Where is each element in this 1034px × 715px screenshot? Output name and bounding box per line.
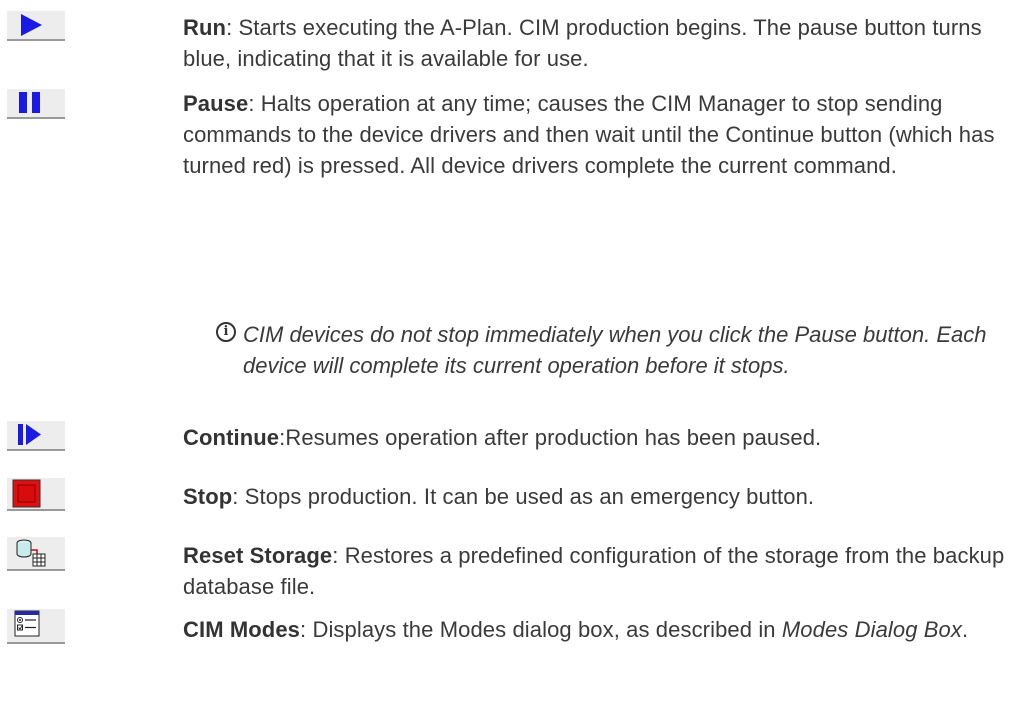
- continue-term: Continue: [183, 425, 280, 450]
- play-icon: [21, 14, 42, 36]
- run-button[interactable]: [7, 11, 65, 41]
- stop-text: Stops production. It can be used as an e…: [244, 484, 815, 509]
- pause-text: Halts operation at any time; causes the …: [183, 91, 995, 178]
- pause-description: Pause: Halts operation at any time; caus…: [183, 91, 995, 178]
- info-icon: i: [216, 322, 236, 342]
- continue-description: Continue:Resumes operation after product…: [183, 425, 822, 450]
- note-text: CIM devices do not stop immediately when…: [243, 322, 987, 378]
- run-term: Run: [183, 15, 227, 40]
- reset-storage-icon: [16, 539, 46, 567]
- cim-modes-term: CIM Modes: [183, 617, 301, 642]
- cim-modes-description: CIM Modes: Displays the Modes dialog box…: [183, 617, 969, 642]
- modes-dialog-box-link[interactable]: Modes Dialog Box: [782, 617, 962, 642]
- reset-storage-button[interactable]: [7, 537, 65, 571]
- stop-term: Stop: [183, 484, 233, 509]
- continue-icon: [18, 424, 41, 445]
- stop-icon: [12, 479, 41, 508]
- pause-term: Pause: [183, 91, 249, 116]
- reset-storage-description: Reset Storage: Restores a predefined con…: [183, 543, 1005, 599]
- pause-button[interactable]: [7, 89, 65, 119]
- run-description: Run: Starts executing the A-Plan. CIM pr…: [183, 15, 982, 71]
- stop-description: Stop: Stops production. It can be used a…: [183, 484, 815, 509]
- cim-modes-button[interactable]: [7, 609, 65, 644]
- continue-button[interactable]: [7, 421, 65, 451]
- pause-icon: [19, 92, 40, 113]
- pause-note: i CIM devices do not stop immediately wh…: [216, 319, 1033, 381]
- run-text: Starts executing the A-Plan. CIM product…: [183, 15, 982, 71]
- cim-modes-text: Displays the Modes dialog box, as descri…: [312, 617, 782, 642]
- cim-modes-icon: [14, 610, 40, 637]
- reset-storage-term: Reset Storage: [183, 543, 333, 568]
- continue-text: Resumes operation after production has b…: [285, 425, 822, 450]
- stop-button[interactable]: [7, 478, 65, 511]
